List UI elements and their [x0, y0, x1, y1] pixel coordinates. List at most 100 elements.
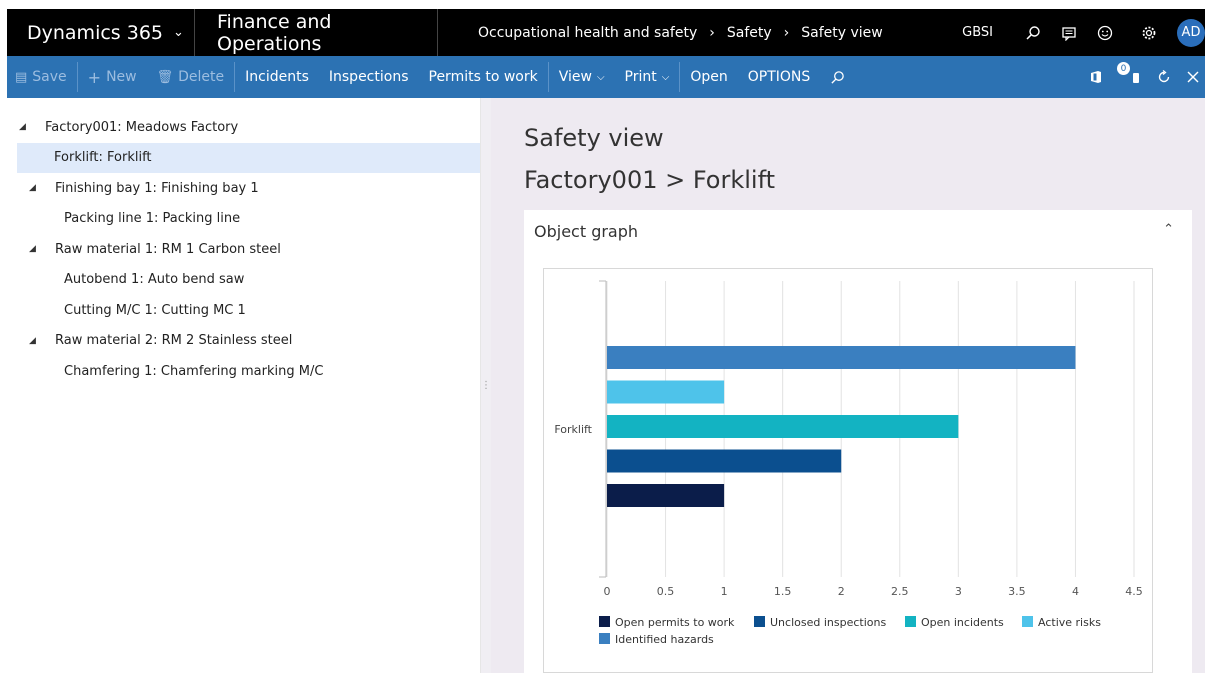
x-tick-label: 3: [955, 585, 962, 598]
gear-icon[interactable]: [1131, 9, 1167, 56]
app-switcher[interactable]: Dynamics 365 ⌄: [7, 9, 195, 56]
tree-node-label: Raw material 1: RM 1 Carbon steel: [55, 241, 281, 257]
x-tick-label: 0.5: [657, 585, 675, 598]
module-name[interactable]: Finance and Operations: [195, 9, 438, 56]
permits-to-work-button[interactable]: Permits to work: [419, 56, 548, 98]
page-title: Safety view: [524, 124, 664, 152]
section-title: Object graph: [534, 221, 639, 241]
refresh-icon[interactable]: [1147, 56, 1181, 98]
page-subtitle: Factory001 > Forklift: [524, 166, 776, 194]
x-tick-label: 0: [604, 585, 611, 598]
x-tick-label: 4: [1072, 585, 1079, 598]
chat-icon[interactable]: [1051, 9, 1087, 56]
tree-node-label: Packing line 1: Packing line: [64, 211, 241, 227]
notifications-icon[interactable]: 0: [1113, 56, 1147, 98]
top-nav-bar: Dynamics 365 ⌄ Finance and Operations Oc…: [7, 9, 1205, 56]
breadcrumb-item[interactable]: Safety view: [801, 25, 882, 41]
chevron-down-icon: ⌵: [661, 71, 670, 83]
office-icon[interactable]: [1079, 56, 1113, 98]
delete-button[interactable]: 🗑 Delete: [147, 56, 235, 98]
smiley-icon[interactable]: [1087, 9, 1123, 56]
expand-collapse-icon[interactable]: ◢: [19, 122, 33, 132]
save-icon: ▤: [15, 69, 28, 85]
search-icon[interactable]: [820, 56, 855, 98]
expand-collapse-icon[interactable]: ◢: [29, 183, 43, 193]
delete-label: Delete: [178, 69, 225, 85]
tree-node[interactable]: Packing line 1: Packing line: [7, 204, 480, 235]
bar-chart: 0 0.5 1 1.5 2 2.5 3 3.5 4 4.5 Forklift Open permits…: [554, 280, 1143, 646]
incidents-button[interactable]: Incidents: [235, 56, 319, 98]
tree-node-label: Raw material 2: RM 2 Stainless steel: [55, 333, 293, 349]
notification-count: 0: [1117, 62, 1130, 75]
save-button[interactable]: ▤ Save: [7, 56, 77, 98]
action-pane: ▤ Save + New 🗑 Delete Incidents Inspecti…: [7, 56, 1205, 98]
plus-icon: +: [87, 67, 102, 87]
tree-node[interactable]: Cutting M/C 1: Cutting MC 1: [7, 295, 480, 326]
new-button[interactable]: + New: [78, 56, 147, 98]
view-label: View: [558, 69, 592, 85]
tree-node[interactable]: ◢ Finishing bay 1: Finishing bay 1: [7, 173, 480, 204]
tree-node-label: Chamfering 1: Chamfering marking M/C: [64, 363, 324, 379]
tree-node-label: Factory001: Meadows Factory: [45, 119, 239, 135]
options-button[interactable]: OPTIONS: [738, 56, 821, 98]
x-tick-label: 2.5: [891, 585, 909, 598]
x-tick-label: 2: [838, 585, 845, 598]
expand-collapse-icon[interactable]: ◢: [29, 336, 43, 346]
legend-swatch: [905, 616, 916, 627]
top-nav-right: GBSI AD: [962, 9, 1205, 56]
bar: [607, 484, 725, 507]
bar: [607, 449, 842, 473]
section-header[interactable]: Object graph ⌃: [524, 210, 1192, 252]
view-menu-button[interactable]: View ⌵: [549, 56, 615, 98]
x-tick-label: 3.5: [1008, 585, 1026, 598]
tree-node[interactable]: ◢ Raw material 2: RM 2 Stainless steel: [7, 326, 480, 357]
close-icon[interactable]: [1181, 56, 1205, 98]
breadcrumb-item[interactable]: Safety: [727, 25, 772, 41]
x-tick-label: 1: [721, 585, 728, 598]
x-tick-label: 4.5: [1125, 585, 1143, 598]
app-name: Dynamics 365: [27, 21, 163, 44]
tree-node-label: Cutting M/C 1: Cutting MC 1: [64, 302, 246, 318]
bar: [607, 346, 1076, 369]
object-graph-chart: 0 0.5 1 1.5 2 2.5 3 3.5 4 4.5 Forklift Open permits…: [543, 268, 1153, 673]
expand-collapse-icon[interactable]: ◢: [29, 244, 43, 254]
breadcrumb: Occupational health and safety › Safety …: [438, 9, 883, 56]
save-label: Save: [32, 69, 67, 85]
tree-node-label: Autobend 1: Auto bend saw: [64, 272, 245, 288]
hierarchy-tree: ◢ Factory001: Meadows Factory Forklift: Fo…: [7, 98, 481, 673]
tree-node[interactable]: Chamfering 1: Chamfering marking M/C: [7, 356, 480, 387]
search-icon[interactable]: [1015, 9, 1051, 56]
legend-swatch: [599, 616, 610, 627]
y-category-label: Forklift: [554, 423, 592, 436]
trash-icon: 🗑: [156, 69, 174, 85]
bar: [607, 380, 725, 404]
chevron-up-icon[interactable]: ⌃: [1163, 222, 1174, 237]
object-graph-section: Object graph ⌃ 0 0.5 1 1.5 2 2.5 3 3.5 4 4.5 Forkl…: [524, 210, 1192, 673]
print-menu-button[interactable]: Print ⌵: [615, 56, 680, 98]
inspections-button[interactable]: Inspections: [319, 56, 419, 98]
legend-label: Active risks: [1038, 616, 1101, 629]
action-pane-right: 0: [1079, 56, 1205, 98]
pane-splitter[interactable]: ⋮: [481, 98, 491, 673]
print-label: Print: [624, 69, 657, 85]
chevron-down-icon: ⌵: [596, 71, 605, 83]
tree-node-label: Forklift: Forklift: [54, 150, 152, 166]
tree-node[interactable]: Autobend 1: Auto bend saw: [7, 265, 480, 296]
content-pane: Safety view Factory001 > Forklift Object…: [491, 98, 1205, 673]
legend-swatch: [754, 616, 765, 627]
new-label: New: [106, 69, 137, 85]
company-picker[interactable]: GBSI: [962, 25, 993, 40]
tree-node[interactable]: Forklift: Forklift: [17, 142, 480, 173]
bar: [607, 415, 959, 438]
avatar[interactable]: AD: [1177, 18, 1205, 47]
legend-label: Open incidents: [921, 616, 1004, 629]
app-window: Dynamics 365 ⌄ Finance and Operations Oc…: [7, 9, 1205, 673]
x-tick-label: 1.5: [774, 585, 792, 598]
legend-label: Unclosed inspections: [770, 616, 886, 629]
tree-node[interactable]: ◢ Raw material 1: RM 1 Carbon steel: [7, 234, 480, 265]
tree-node[interactable]: ◢ Factory001: Meadows Factory: [7, 112, 480, 143]
open-button[interactable]: Open: [680, 56, 737, 98]
breadcrumb-item[interactable]: Occupational health and safety: [478, 25, 697, 41]
legend-swatch: [599, 633, 610, 644]
chevron-right-icon: ›: [783, 24, 790, 41]
